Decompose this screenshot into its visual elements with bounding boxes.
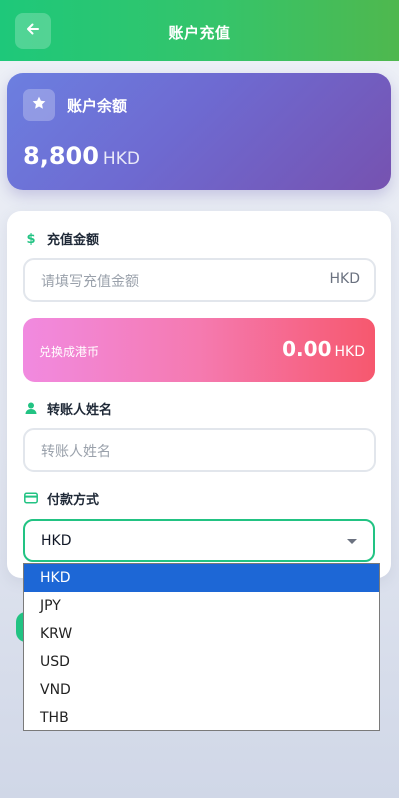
dropdown-option-krw[interactable]: KRW: [24, 620, 379, 648]
payer-label: 转账人姓名: [47, 402, 113, 418]
payer-label-row: 转账人姓名: [24, 399, 113, 418]
chevron-down-icon: [347, 539, 357, 544]
balance-value: 8,800: [23, 142, 99, 170]
dropdown-option-hkd[interactable]: HKD: [24, 564, 379, 592]
recharge-form-card: $ 充值金额 请填写充值金额 HKD 兑换成港币 0.00 HKD 转账人姓名 转…: [7, 211, 391, 578]
payer-placeholder: 转账人姓名: [41, 444, 111, 460]
dropdown-option-jpy[interactable]: JPY: [24, 592, 379, 620]
dropdown-option-thb[interactable]: THB: [24, 704, 379, 732]
balance-amount: 8,800 HKD: [23, 142, 140, 170]
dropdown-option-usd[interactable]: USD: [24, 648, 379, 676]
dropdown-option-vnd[interactable]: VND: [24, 676, 379, 704]
balance-title: 账户余额: [67, 97, 128, 115]
star-badge: [23, 89, 55, 121]
amount-input[interactable]: 请填写充值金额 HKD: [23, 258, 376, 302]
amount-label: 充值金额: [47, 232, 100, 248]
payment-method-select[interactable]: HKD: [23, 519, 375, 562]
convert-currency: HKD: [334, 344, 366, 360]
credit-card-icon: [24, 491, 38, 505]
amount-currency-suffix: HKD: [329, 271, 361, 287]
balance-card: 账户余额 8,800 HKD: [7, 73, 391, 190]
payer-name-input[interactable]: 转账人姓名: [23, 428, 376, 472]
svg-text:$: $: [26, 232, 35, 245]
amount-placeholder: 请填写充值金额: [41, 274, 139, 290]
balance-currency: HKD: [102, 149, 140, 169]
convert-label: 兑换成港币: [39, 345, 100, 359]
converted-amount-box: 兑换成港币 0.00 HKD: [23, 318, 375, 382]
header-bar: 账户充值: [0, 0, 399, 61]
star-icon: [31, 95, 47, 115]
amount-label-row: $ 充值金额: [24, 229, 100, 248]
payment-label: 付款方式: [47, 492, 100, 508]
convert-value: 0.00 HKD: [282, 337, 365, 361]
payment-selected-value: HKD: [41, 533, 72, 549]
page-title: 账户充值: [168, 24, 231, 42]
dollar-icon: $: [24, 231, 38, 245]
person-icon: [24, 401, 38, 415]
currency-dropdown: HKD JPY KRW USD VND THB: [23, 563, 380, 731]
payment-label-row: 付款方式: [24, 489, 100, 508]
convert-amount: 0.00: [282, 337, 332, 361]
